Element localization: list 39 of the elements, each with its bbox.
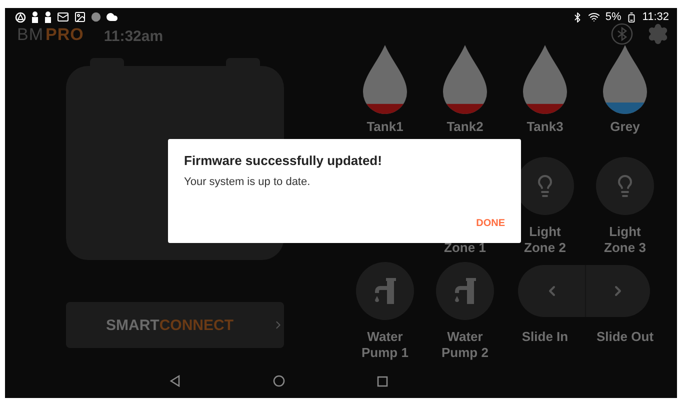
bluetooth-icon [572, 12, 584, 22]
tank-drop-icon [603, 45, 647, 115]
control-label: Light Zone 2 [524, 224, 566, 256]
bluetooth-circle-icon[interactable] [611, 23, 633, 45]
image-icon [74, 11, 86, 23]
tank-drop-icon [523, 45, 567, 115]
done-button[interactable]: DONE [476, 218, 505, 229]
battery-icon [626, 12, 638, 22]
cloud-icon [106, 11, 118, 23]
circle-icon [91, 12, 101, 22]
tank-label: Tank2 [446, 119, 484, 135]
tank-label: Tank3 [526, 119, 564, 135]
tank-drop-icon [363, 45, 407, 115]
tank-label: Grey [610, 119, 640, 135]
mail-icon [57, 11, 69, 23]
status-time: 11:32 [642, 11, 669, 23]
control-label: Slide Out [596, 329, 654, 345]
settings-icon[interactable] [647, 23, 669, 45]
faucet-icon [374, 278, 396, 304]
tank-label: Tank1 [366, 119, 404, 135]
person-icon [44, 11, 52, 23]
faucet-icon [454, 278, 476, 304]
recents-icon[interactable] [376, 376, 388, 386]
brand-logo: BM PRO [17, 25, 84, 45]
dialog-message: Your system is up to date. [184, 176, 312, 188]
control-label: Light Zone 3 [604, 224, 646, 256]
notification-icon [15, 12, 26, 22]
back-icon[interactable] [168, 375, 180, 387]
smartconnect-button[interactable]: SMARTCONNECT [66, 302, 284, 348]
control-label: Water Pump 2 [442, 329, 488, 361]
home-icon[interactable] [272, 375, 284, 387]
dialog-title: Firmware successfully updated! [184, 153, 383, 168]
control-label: Zone 1 [444, 240, 486, 256]
header-clock: 11:32am [104, 28, 164, 45]
control-label: Slide In [522, 329, 568, 345]
battery-percent: 5% [605, 11, 622, 23]
tank-drop-icon [443, 45, 487, 115]
person-icon [31, 11, 39, 23]
control-label: Water Pump 1 [362, 329, 408, 361]
